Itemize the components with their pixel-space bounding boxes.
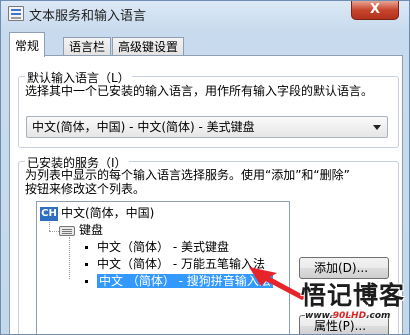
installed-services-description-2: 按钮来修改这个列表。 — [25, 182, 146, 196]
watermark-url-suffix: .com — [366, 311, 391, 321]
dialog-window: 文本服务和输入语言 X 常规 语言栏 高级键设置 默认输入语言（L） 选择其中一… — [0, 0, 410, 335]
watermark-url-prefix: www. — [305, 311, 333, 321]
tree-connector — [69, 237, 70, 279]
close-button[interactable]: X — [351, 1, 399, 20]
keyboard-icon — [59, 225, 75, 236]
default-language-select[interactable]: 中文(简体，中国) - 中文(简体) - 美式键盘 — [26, 116, 388, 138]
tree-item[interactable]: 中文（简体） - 万能五笔输入法 — [85, 256, 265, 273]
watermark-url-highlight: 90LHD — [332, 311, 367, 321]
watermark-brand: 悟记博客 — [301, 281, 406, 310]
watermark-url: www.90LHD.com — [305, 311, 390, 321]
window-title: 文本服务和输入语言 — [29, 9, 147, 24]
tree-item-label: 中文（简体） - 万能五笔输入法 — [97, 257, 265, 271]
watermark-logo: 悟记博客 www.90LHD.com — [271, 276, 409, 334]
tree-item-selected[interactable]: 中文 （简体） - 搜狗拼音输入法 — [85, 273, 273, 290]
tree-keyboard-label: 键盘 — [79, 223, 104, 237]
bullet-icon — [85, 263, 88, 266]
installed-services-description-1: 为列表中显示的每个输入语言选择服务。使用“添加”和“删除” — [25, 168, 350, 182]
tree-language-label: 中文(简体，中国) — [61, 206, 155, 220]
chevron-down-icon — [373, 125, 381, 130]
default-language-description: 选择其中一个已安装的输入语言，用作所有输入字段的默认语言。 — [25, 84, 374, 98]
title-bar: 文本服务和输入语言 X — [1, 1, 409, 27]
tab-advanced-key-settings[interactable]: 高级键设置 — [112, 37, 185, 56]
tree-connector — [49, 231, 59, 232]
bullet-icon — [85, 280, 88, 283]
tree-keyboard-node[interactable]: 键盘 — [59, 222, 103, 239]
tree-item[interactable]: 中文（简体） - 美式键盘 — [85, 239, 229, 256]
language-badge-icon: CH — [40, 206, 58, 221]
default-language-value: 中文(简体，中国) - 中文(简体) - 美式键盘 — [32, 120, 255, 134]
tree-item-label: 中文（简体） - 美式键盘 — [97, 240, 229, 254]
tab-language-bar[interactable]: 语言栏 — [63, 37, 112, 56]
tree-language-node[interactable]: CH 中文(简体，中国) — [40, 205, 154, 222]
bullet-icon — [85, 246, 88, 249]
tab-general[interactable]: 常规 — [9, 32, 46, 57]
tab-strip: 常规 语言栏 高级键设置 — [9, 32, 403, 57]
app-icon — [8, 6, 24, 21]
